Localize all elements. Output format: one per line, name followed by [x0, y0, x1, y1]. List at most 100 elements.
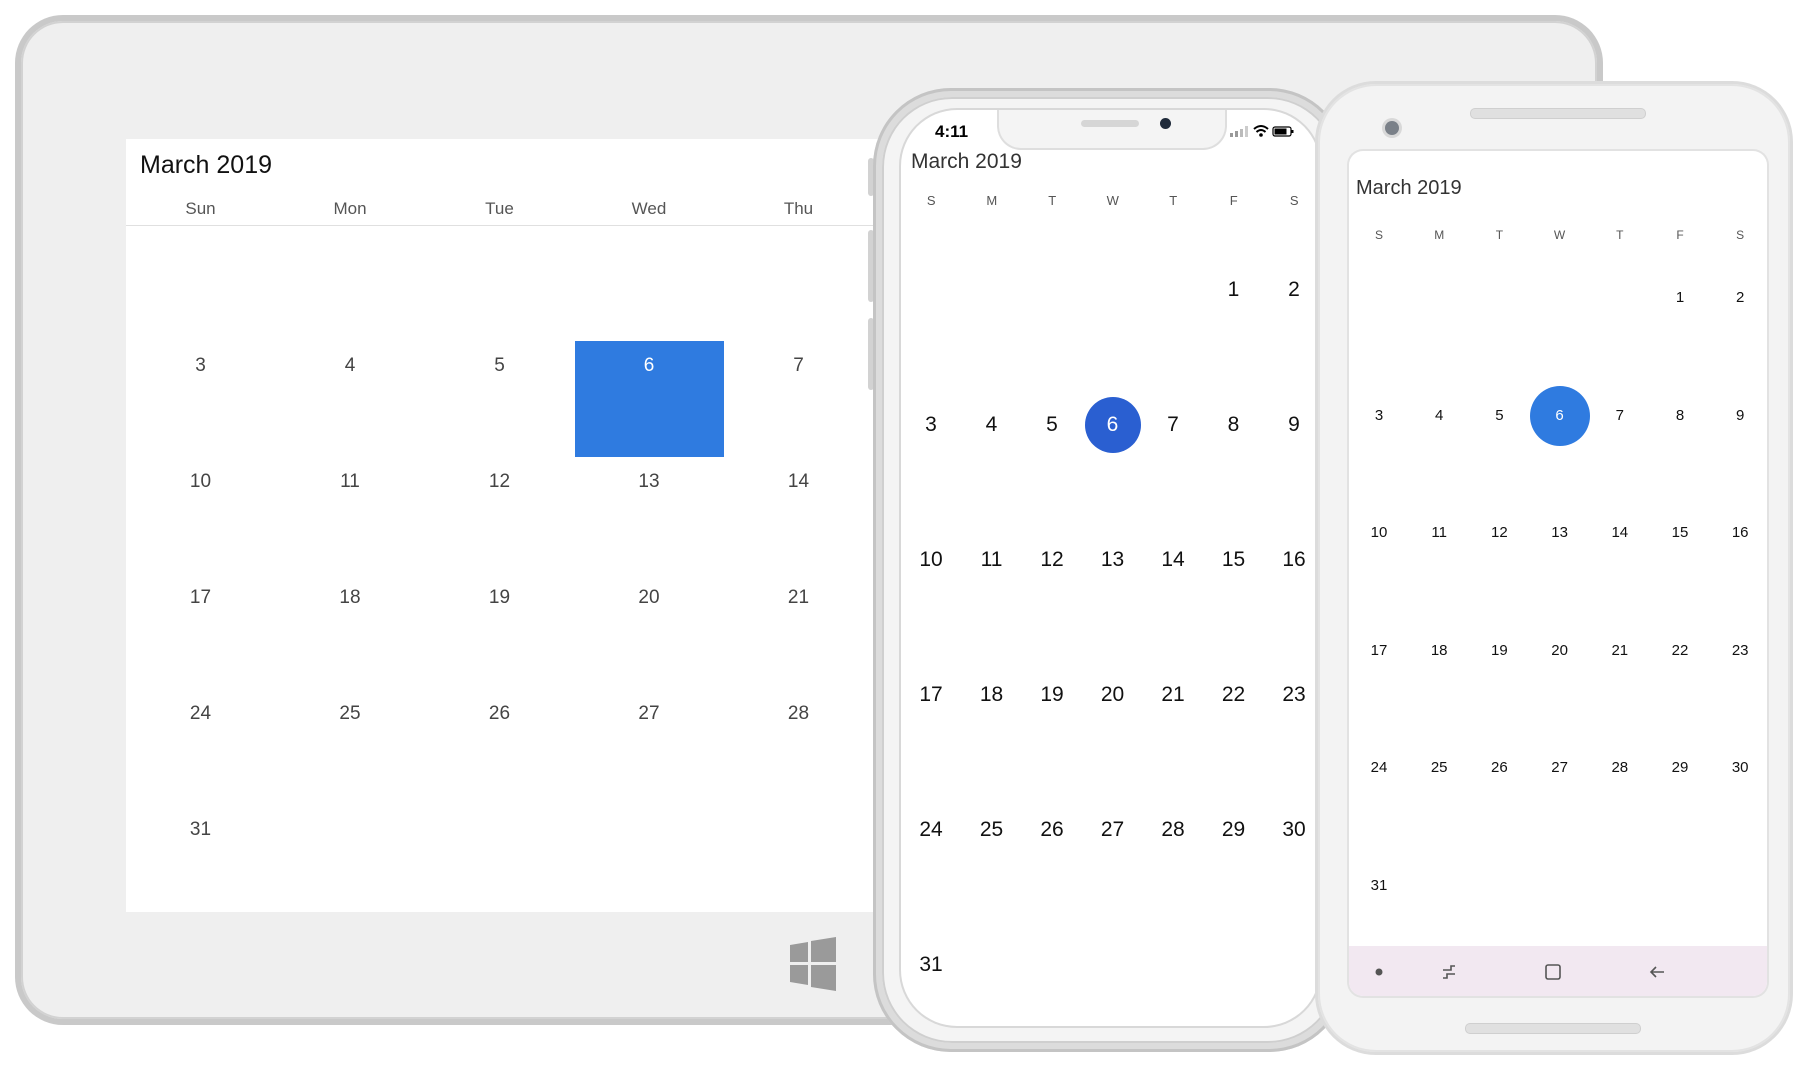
iphone-date-cell[interactable]: 2 [1264, 242, 1320, 377]
android-date-cell[interactable]: 21 [1590, 622, 1650, 740]
windows-date-cell[interactable]: 4 [276, 341, 425, 457]
iphone-date-cell[interactable]: 1 [1204, 242, 1265, 377]
iphone-date-cell[interactable]: 15 [1204, 512, 1265, 647]
iphone-date-cell[interactable]: 25 [962, 782, 1023, 917]
android-date-cell[interactable]: 24 [1349, 739, 1409, 857]
iphone-date-cell[interactable]: 30 [1264, 782, 1320, 917]
iphone-date-cell[interactable]: 8 [1204, 377, 1265, 512]
android-date-cell[interactable]: 11 [1409, 504, 1469, 622]
iphone-date-cell[interactable]: 26 [1022, 782, 1083, 917]
iphone-date-cell[interactable]: 29 [1204, 782, 1265, 917]
windows-date-cell[interactable]: 20 [575, 573, 724, 689]
android-date-cell[interactable]: 9 [1710, 387, 1767, 505]
overview-icon[interactable] [1523, 946, 1583, 996]
iphone-date-cell[interactable]: 16 [1264, 512, 1320, 647]
android-date-cell[interactable]: 14 [1590, 504, 1650, 622]
iphone-date-cell[interactable]: 13 [1083, 512, 1144, 647]
windows-day-header: Mon [333, 199, 367, 218]
iphone-date-cell[interactable]: 3 [901, 377, 962, 512]
dot-icon[interactable] [1349, 946, 1409, 996]
iphone-date-label: 2 [1288, 278, 1300, 301]
iphone-date-cell[interactable]: 18 [962, 647, 1023, 782]
iphone-date-cell[interactable]: 9 [1264, 377, 1320, 512]
windows-date-cell[interactable]: 7 [724, 341, 873, 457]
android-date-label: 17 [1370, 641, 1388, 659]
android-day-header: T [1616, 228, 1624, 242]
windows-date-cell[interactable]: 14 [724, 457, 873, 573]
windows-selected-date-cell[interactable]: 6 [574, 341, 724, 457]
windows-date-cell[interactable]: 26 [425, 689, 574, 805]
android-date-label: 1 [1675, 289, 1685, 306]
android-date-cell[interactable]: 4 [1409, 387, 1469, 505]
android-date-cell[interactable]: 5 [1469, 387, 1529, 505]
windows-date-label: 6 [643, 355, 655, 376]
iphone-date-cell[interactable]: 23 [1264, 647, 1320, 782]
android-date-cell[interactable]: 7 [1590, 387, 1650, 505]
windows-date-cell[interactable]: 18 [276, 573, 425, 689]
iphone-date-cell[interactable]: 5 [1022, 377, 1083, 512]
windows-date-label: 20 [638, 587, 660, 608]
iphone-date-cell[interactable]: 20 [1083, 647, 1144, 782]
recent-apps-icon[interactable] [1419, 946, 1479, 996]
android-date-cell[interactable]: 15 [1650, 504, 1710, 622]
windows-date-cell[interactable]: 21 [724, 573, 873, 689]
android-date-cell[interactable]: 16 [1710, 504, 1767, 622]
iphone-date-label: 1 [1227, 278, 1240, 301]
iphone-date-cell[interactable]: 14 [1143, 512, 1204, 647]
android-date-cell[interactable]: 25 [1409, 739, 1469, 857]
android-date-cell[interactable]: 12 [1469, 504, 1529, 622]
windows-date-cell[interactable]: 10 [126, 457, 275, 573]
iphone-date-cell[interactable]: 11 [962, 512, 1023, 647]
iphone-date-cell[interactable]: 21 [1143, 647, 1204, 782]
windows-date-cell[interactable]: 25 [276, 689, 425, 805]
iphone-date-cell[interactable]: 12 [1022, 512, 1083, 647]
windows-date-cell[interactable]: 24 [126, 689, 275, 805]
android-date-cell[interactable]: 23 [1710, 622, 1767, 740]
iphone-selected-date-cell[interactable]: 6 [1083, 377, 1144, 512]
windows-date-cell[interactable]: 27 [575, 689, 724, 805]
android-date-cell[interactable]: 18 [1409, 622, 1469, 740]
android-date-cell[interactable]: 17 [1349, 622, 1409, 740]
back-arrow-icon[interactable] [1627, 946, 1687, 996]
windows-date-cell[interactable]: 17 [126, 573, 275, 689]
iphone-date-cell[interactable]: 7 [1143, 377, 1204, 512]
android-date-cell[interactable]: 22 [1650, 622, 1710, 740]
android-date-cell[interactable]: 30 [1710, 739, 1767, 857]
windows-date-cell[interactable]: 5 [425, 341, 574, 457]
android-date-cell[interactable]: 8 [1650, 387, 1710, 505]
iphone-date-cell[interactable]: 28 [1143, 782, 1204, 917]
iphone-date-cell[interactable]: 27 [1083, 782, 1144, 917]
iphone-date-cell[interactable]: 24 [901, 782, 962, 917]
android-date-cell[interactable]: 13 [1530, 504, 1590, 622]
windows-date-cell[interactable]: 12 [425, 457, 574, 573]
android-date-cell[interactable]: 28 [1590, 739, 1650, 857]
windows-date-cell[interactable]: 11 [276, 457, 425, 573]
iphone-date-cell[interactable]: 31 [901, 917, 962, 1026]
android-calendar-screen: March 2019 SMTWTFS 1 2 3 4 5 6 7 8 9 10 11 12 13 14 15… [1349, 151, 1767, 996]
windows-date-cell[interactable]: 19 [425, 573, 574, 689]
iphone-date-cell[interactable]: 19 [1022, 647, 1083, 782]
iphone-date-cell[interactable]: 10 [901, 512, 962, 647]
iphone-date-cell[interactable]: 4 [962, 377, 1023, 512]
android-date-cell[interactable]: 10 [1349, 504, 1409, 622]
android-date-label: 8 [1675, 406, 1685, 424]
iphone-date-label: 4 [985, 413, 998, 436]
windows-date-cell[interactable]: 28 [724, 689, 873, 805]
windows-date-cell[interactable]: 31 [126, 805, 275, 912]
android-date-cell[interactable]: 1 [1650, 269, 1710, 387]
windows-logo-icon[interactable] [790, 937, 836, 996]
iphone-date-label: 13 [1100, 548, 1125, 571]
iphone-date-cell[interactable]: 17 [901, 647, 962, 782]
android-date-cell[interactable]: 3 [1349, 387, 1409, 505]
android-date-cell[interactable]: 29 [1650, 739, 1710, 857]
windows-date-cell[interactable]: 13 [575, 457, 724, 573]
android-selected-date-cell[interactable]: 6 [1529, 385, 1590, 505]
android-date-cell[interactable]: 19 [1469, 622, 1529, 740]
windows-date-cell[interactable]: 3 [126, 341, 275, 457]
android-date-cell[interactable]: 20 [1530, 622, 1590, 740]
android-date-label: 29 [1671, 759, 1689, 776]
android-date-cell[interactable]: 26 [1469, 739, 1529, 857]
iphone-date-cell[interactable]: 22 [1204, 647, 1265, 782]
android-date-cell[interactable]: 2 [1710, 269, 1767, 387]
android-date-cell[interactable]: 27 [1530, 739, 1590, 857]
